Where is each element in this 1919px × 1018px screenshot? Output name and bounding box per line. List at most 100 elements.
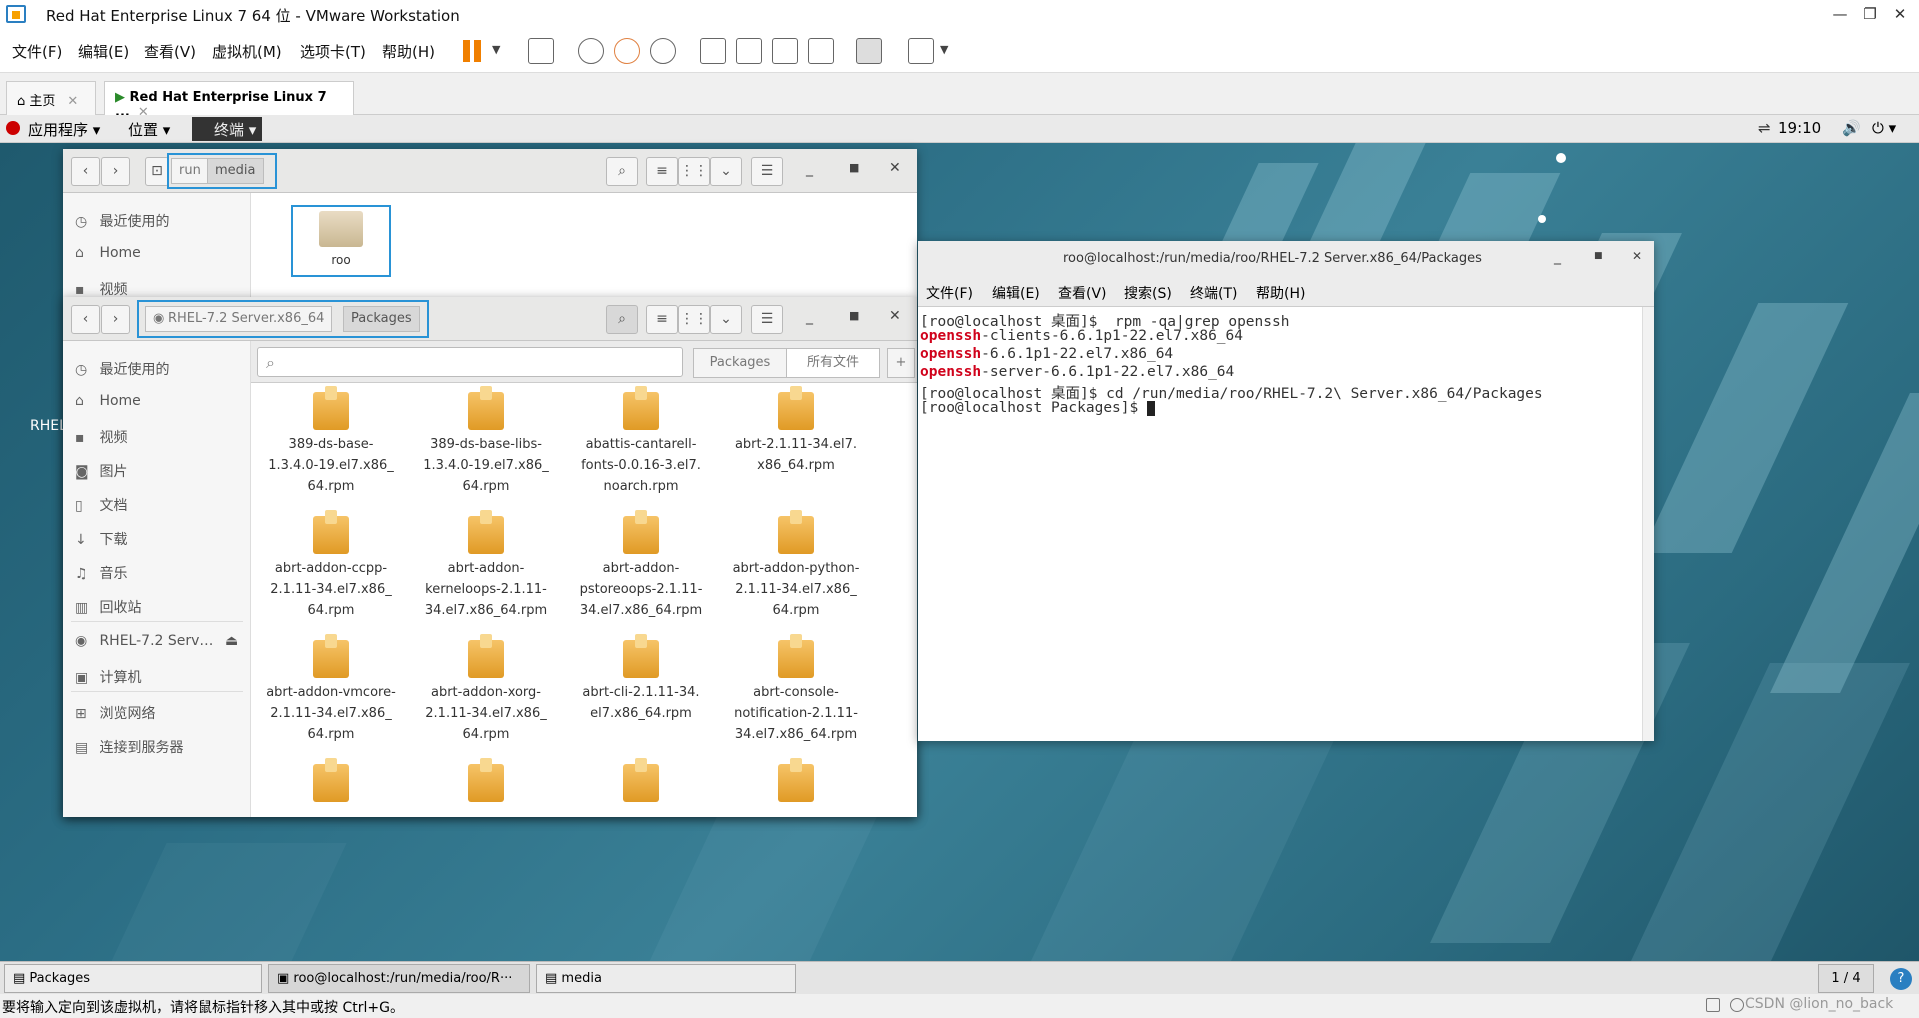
snapshot-manager-icon[interactable] xyxy=(650,38,676,64)
sidebar-item-computer[interactable]: ▣ 计算机 xyxy=(75,667,141,687)
menu-view[interactable]: 查看(V) xyxy=(144,41,196,62)
package-icon[interactable] xyxy=(778,758,814,802)
file-item[interactable]: abattis-cantarell-fonts-0.0.16-3.el7. noa… xyxy=(566,384,716,497)
maximize-icon[interactable]: ■ xyxy=(849,309,859,322)
thumbnail-bar-icon[interactable] xyxy=(736,38,762,64)
help-icon[interactable]: ? xyxy=(1890,968,1912,990)
task-packages[interactable]: ▤ Packages xyxy=(4,964,262,993)
term-menu-file[interactable]: 文件(F) xyxy=(926,283,973,303)
package-icon[interactable] xyxy=(468,758,504,802)
term-menu-terminal[interactable]: 终端(T) xyxy=(1190,283,1237,303)
sidebar-item-recent[interactable]: ◷ 最近使用的 xyxy=(75,359,169,379)
tab-home[interactable]: ⌂ 主页 ✕ xyxy=(6,81,96,115)
desktop-icon-label[interactable]: RHEL xyxy=(30,418,67,434)
sidebar-item-home[interactable]: ⌂ Home xyxy=(75,393,141,409)
clock[interactable]: 19:10 xyxy=(1778,119,1821,137)
add-filter-button[interactable]: + xyxy=(887,348,915,378)
pause-icon[interactable] xyxy=(463,40,470,62)
menu-file[interactable]: 文件(F) xyxy=(12,41,62,62)
search-input[interactable]: ⌕ xyxy=(257,347,683,377)
device-icon[interactable] xyxy=(1730,998,1744,1012)
file-item[interactable]: abrt-addon-pstoreoops-2.1.11- 34.el7.x86_… xyxy=(566,508,716,621)
terminal-output[interactable]: [roo@localhost 桌面]$ rpm -qa|grep openssh… xyxy=(918,307,1640,741)
sidebar-item-videos[interactable]: ▪ 视频 xyxy=(75,279,127,299)
close-icon[interactable]: ✕ xyxy=(889,160,901,176)
task-terminal[interactable]: ▣ roo@localhost:/run/media/roo/R··· xyxy=(268,964,530,993)
term-menu-search[interactable]: 搜索(S) xyxy=(1124,283,1172,303)
file-item[interactable]: abrt-addon-python- 2.1.11-34.el7.x86_ 64.r… xyxy=(721,508,871,621)
device-icon[interactable] xyxy=(1706,998,1720,1012)
power-icon[interactable]: ⏻ ▾ xyxy=(1872,119,1896,137)
file-item[interactable]: 389-ds-base-libs- 1.3.4.0-19.el7.x86_ 64.r… xyxy=(411,384,561,497)
term-menu-help[interactable]: 帮助(H) xyxy=(1256,283,1305,303)
sidebar-item-pictures[interactable]: ◙ 图片 xyxy=(75,461,127,481)
list-view-icon[interactable]: ≡ xyxy=(646,305,678,334)
sidebar-item-home[interactable]: ⌂ Home xyxy=(75,245,141,261)
minimize-icon[interactable]: _ xyxy=(806,161,813,177)
term-menu-view[interactable]: 查看(V) xyxy=(1058,283,1107,303)
minimize-button[interactable]: — xyxy=(1825,2,1855,26)
close-icon[interactable]: ✕ xyxy=(889,308,901,324)
sidebar-item-disc[interactable]: ◉ RHEL-7.2 Serv… ⏏ xyxy=(75,633,245,649)
file-item[interactable]: abrt-addon-vmcore- 2.1.11-34.el7.x86_ 64.r… xyxy=(256,632,406,745)
menu-help[interactable]: 帮助(H) xyxy=(382,41,435,62)
menu-tabs[interactable]: 选项卡(T) xyxy=(300,41,366,62)
location-toggle-icon[interactable]: ⊡ xyxy=(145,157,169,186)
search-icon[interactable]: ⌕ xyxy=(606,157,638,186)
grid-view-icon[interactable]: ⋮⋮ xyxy=(678,305,710,334)
minimize-icon[interactable]: _ xyxy=(1554,249,1561,265)
chevron-down-icon[interactable]: ▼ xyxy=(940,43,948,56)
view-options-icon[interactable]: ⌄ xyxy=(710,157,742,186)
file-item[interactable]: abrt-addon-ccpp- 2.1.11-34.el7.x86_ 64.rpm xyxy=(256,508,406,621)
scrollbar[interactable] xyxy=(1642,307,1654,741)
back-button[interactable]: ‹ xyxy=(71,157,100,186)
term-menu-edit[interactable]: 编辑(E) xyxy=(992,283,1040,303)
search-scope-packages[interactable]: Packages xyxy=(693,348,787,378)
close-button[interactable]: ✕ xyxy=(1885,2,1915,26)
send-keys-icon[interactable] xyxy=(528,38,554,64)
search-icon[interactable]: ⌕ xyxy=(606,305,638,334)
maximize-icon[interactable]: ■ xyxy=(849,161,859,174)
sidebar-item-downloads[interactable]: ↓ 下载 xyxy=(75,529,127,549)
search-scope-all-files[interactable]: 所有文件 xyxy=(786,348,880,378)
restore-button[interactable]: ❐ xyxy=(1855,2,1885,26)
forward-button[interactable]: › xyxy=(101,305,130,334)
file-item[interactable]: 389-ds-base- 1.3.4.0-19.el7.x86_ 64.rpm xyxy=(256,384,406,497)
revert-snapshot-icon[interactable] xyxy=(614,38,640,64)
folder-roo[interactable]: roo xyxy=(291,205,391,277)
sidebar-item-documents[interactable]: ▯ 文档 xyxy=(75,495,127,515)
terminal-app-menu[interactable]: 终端 ▾ xyxy=(192,117,262,141)
console-view-icon[interactable] xyxy=(856,38,882,64)
back-button[interactable]: ‹ xyxy=(71,305,100,334)
close-icon[interactable]: ✕ xyxy=(1632,249,1642,263)
sidebar-item-videos[interactable]: ▪ 视频 xyxy=(75,427,127,447)
sidebar-item-recent[interactable]: ◷ 最近使用的 xyxy=(75,211,169,231)
minimize-icon[interactable]: _ xyxy=(806,309,813,325)
file-item[interactable]: abrt-2.1.11-34.el7. x86_64.rpm xyxy=(721,384,871,476)
fullscreen-icon[interactable] xyxy=(772,38,798,64)
maximize-icon[interactable]: ■ xyxy=(1594,251,1603,261)
close-icon[interactable]: ✕ xyxy=(67,94,78,109)
grid-view-icon[interactable]: ⋮⋮ xyxy=(678,157,710,186)
list-view-icon[interactable]: ≡ xyxy=(646,157,678,186)
snapshot-icon[interactable] xyxy=(578,38,604,64)
unity-icon[interactable] xyxy=(808,38,834,64)
stretch-icon[interactable] xyxy=(908,38,934,64)
workspace-indicator[interactable]: 1 / 4 xyxy=(1818,964,1874,993)
task-media[interactable]: ▤ media xyxy=(536,964,796,993)
package-icon[interactable] xyxy=(623,758,659,802)
sidebar-item-network[interactable]: ⊞ 浏览网络 xyxy=(75,703,155,723)
file-item[interactable]: abrt-cli-2.1.11-34. el7.x86_64.rpm xyxy=(566,632,716,724)
file-item[interactable]: abrt-console-notification-2.1.11- 34.el7.… xyxy=(721,632,871,745)
chevron-down-icon[interactable]: ▼ xyxy=(492,43,500,56)
volume-icon[interactable]: 🔊 xyxy=(1842,119,1861,137)
view-options-icon[interactable]: ⌄ xyxy=(710,305,742,334)
sidebar-item-connect-server[interactable]: ▤ 连接到服务器 xyxy=(75,737,183,757)
sidebar-item-music[interactable]: ♫ 音乐 xyxy=(75,563,127,583)
file-item[interactable]: abrt-addon-kerneloops-2.1.11- 34.el7.x86_… xyxy=(411,508,561,621)
package-icon[interactable] xyxy=(313,758,349,802)
applications-menu[interactable]: 应用程序 ▾ xyxy=(28,119,100,140)
menu-icon[interactable]: ☰ xyxy=(751,157,783,186)
sidebar-toggle-icon[interactable] xyxy=(700,38,726,64)
sidebar-item-trash[interactable]: ▥ 回收站 xyxy=(75,597,141,617)
